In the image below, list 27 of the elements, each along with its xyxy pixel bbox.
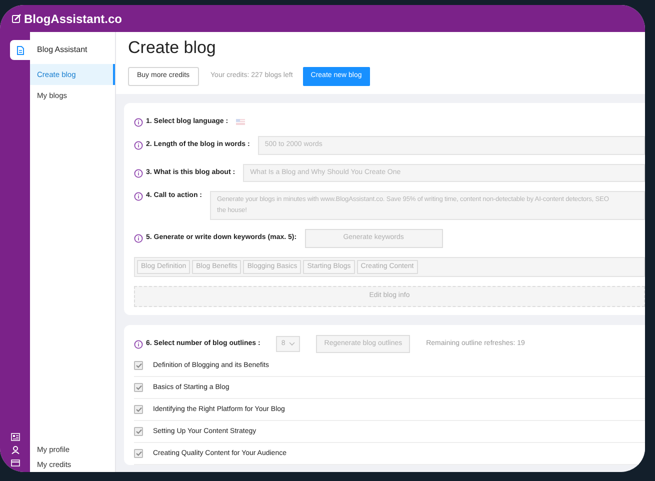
sidebar-title: Blog Assistant [36, 44, 88, 56]
check-icon [136, 407, 142, 412]
page-title: Create blog [128, 38, 217, 58]
flag-icon [236, 119, 246, 126]
chevron-icon [289, 342, 296, 346]
info-icon [134, 234, 143, 244]
checkbox[interactable] [134, 405, 143, 414]
checkbox[interactable] [134, 361, 143, 370]
info-icon [134, 340, 143, 349]
check-icon [136, 429, 142, 434]
info-icon [134, 141, 143, 150]
info-icon [134, 168, 143, 178]
info-icon [134, 192, 143, 202]
person-icon [10, 446, 20, 454]
check-icon [136, 451, 142, 456]
logo-text: BlogAssistant.co [24, 10, 122, 28]
check-icon [136, 363, 142, 368]
checkbox[interactable] [134, 449, 143, 458]
checkbox[interactable] [134, 427, 143, 436]
edit-icon [12, 14, 21, 23]
document-icon [16, 46, 24, 54]
card-icon [10, 459, 20, 467]
info-icon [134, 118, 143, 127]
checkbox[interactable] [134, 383, 143, 392]
check-icon [136, 385, 142, 390]
list-icon [10, 433, 20, 441]
rail-tab[interactable] [10, 40, 30, 60]
